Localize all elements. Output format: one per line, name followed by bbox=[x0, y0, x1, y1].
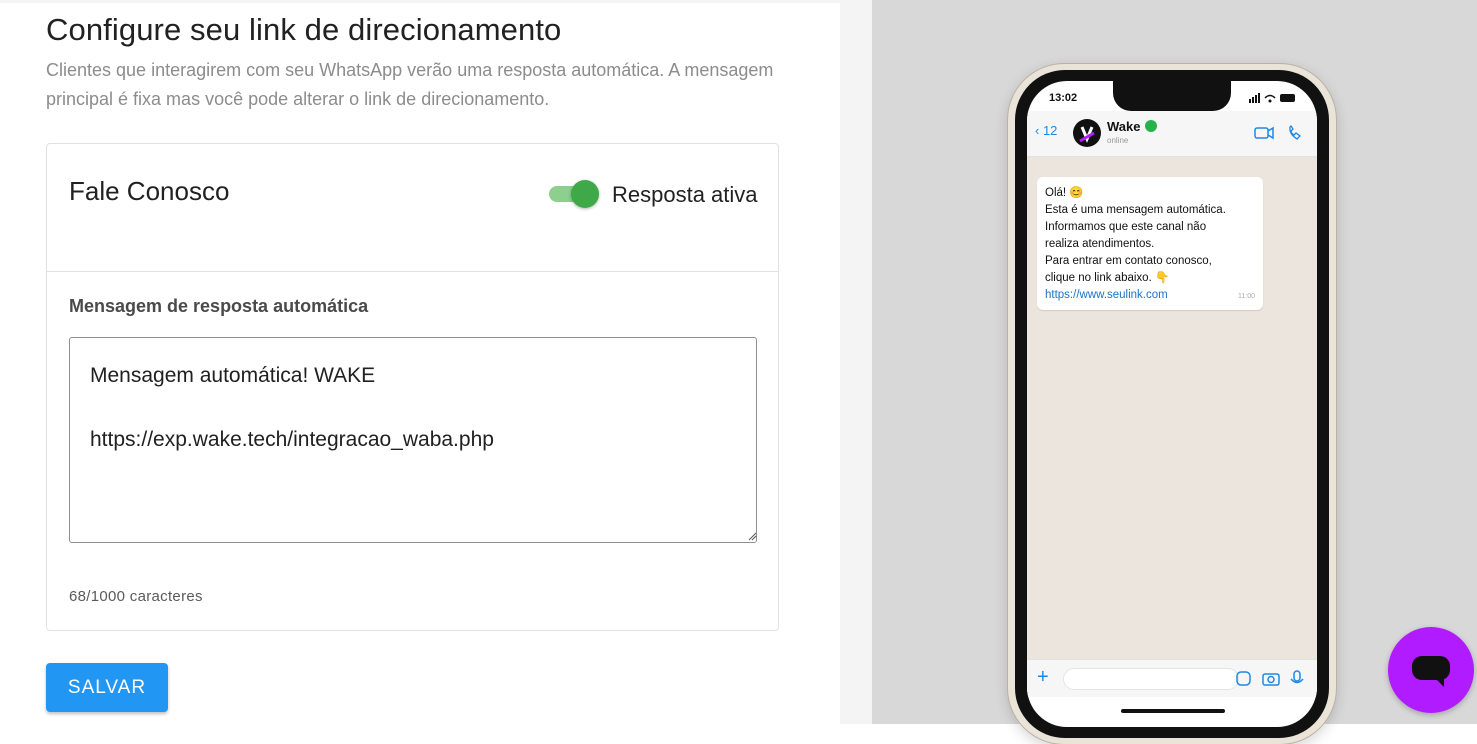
contact-status: online bbox=[1107, 136, 1129, 145]
toggle-knob bbox=[571, 180, 599, 208]
status-time: 13:02 bbox=[1049, 92, 1078, 104]
card-title: Fale Conosco bbox=[69, 176, 230, 206]
character-counter: 68/1000 caracteres bbox=[69, 588, 203, 605]
bubble-time: 11:00 bbox=[1238, 293, 1255, 300]
whatsapp-header: ‹ 12 Wake online bbox=[1027, 111, 1317, 157]
phone-bezel: 13:02 ‹ 12 Wake online Olá! 😊 Esta é uma… bbox=[1015, 70, 1329, 738]
save-button[interactable]: SALVAR bbox=[46, 663, 168, 712]
bubble-line: realiza atendimentos. bbox=[1045, 238, 1155, 250]
chat-support-button[interactable] bbox=[1388, 627, 1474, 713]
bubble-line: clique no link abaixo. 👇 bbox=[1045, 272, 1170, 284]
bubble-line: Para entrar em contato conosco, bbox=[1045, 255, 1212, 267]
back-button: ‹ 12 bbox=[1035, 123, 1058, 138]
resize-grip-icon[interactable] bbox=[747, 531, 757, 541]
plus-icon: + bbox=[1037, 666, 1049, 688]
auto-reply-card: Fale Conosco Resposta ativa Mensagem de … bbox=[46, 143, 779, 631]
back-count: 12 bbox=[1042, 123, 1058, 138]
input-bar-icons bbox=[1236, 670, 1304, 686]
settings-panel: Configure seu link de direcionamento Cli… bbox=[0, 0, 840, 724]
home-indicator bbox=[1121, 709, 1225, 713]
chat-input-bar: + bbox=[1027, 659, 1317, 697]
verified-icon bbox=[1145, 120, 1157, 132]
toggle-label: Resposta ativa bbox=[612, 182, 758, 207]
phone-mockup: 13:02 ‹ 12 Wake online Olá! 😊 Esta é uma… bbox=[1008, 64, 1336, 744]
call-icons bbox=[1254, 125, 1301, 140]
auto-reply-message-textarea[interactable]: Mensagem automática! WAKE https://exp.wa… bbox=[69, 337, 757, 543]
status-icons bbox=[1249, 93, 1295, 103]
bubble-line: Esta é uma mensagem automática. bbox=[1045, 204, 1226, 216]
card-header: Fale Conosco Resposta ativa bbox=[47, 144, 778, 272]
bubble-link: https://www.seulink.com bbox=[1045, 289, 1168, 301]
chat-background: Olá! 😊 Esta é uma mensagem automática. I… bbox=[1027, 157, 1317, 697]
wake-logo-icon bbox=[1079, 126, 1095, 143]
page-title: Configure seu link de direcionamento bbox=[46, 12, 562, 47]
message-field-label: Mensagem de resposta automática bbox=[69, 296, 369, 316]
bubble-line: Olá! 😊 bbox=[1045, 187, 1084, 199]
contact-name: Wake bbox=[1107, 119, 1141, 134]
chat-bubble-icon bbox=[1412, 656, 1450, 687]
auto-reply-toggle[interactable] bbox=[547, 178, 601, 208]
avatar bbox=[1073, 119, 1101, 147]
chat-input bbox=[1063, 668, 1239, 690]
phone-notch bbox=[1113, 81, 1231, 111]
panel-gutter bbox=[840, 0, 872, 724]
top-divider bbox=[0, 0, 840, 3]
message-bubble: Olá! 😊 Esta é uma mensagem automática. I… bbox=[1037, 177, 1263, 310]
page-subtitle: Clientes que interagirem com seu WhatsAp… bbox=[46, 60, 774, 109]
bubble-line: Informamos que este canal não bbox=[1045, 221, 1207, 233]
phone-screen: 13:02 ‹ 12 Wake online Olá! 😊 Esta é uma… bbox=[1027, 81, 1317, 727]
